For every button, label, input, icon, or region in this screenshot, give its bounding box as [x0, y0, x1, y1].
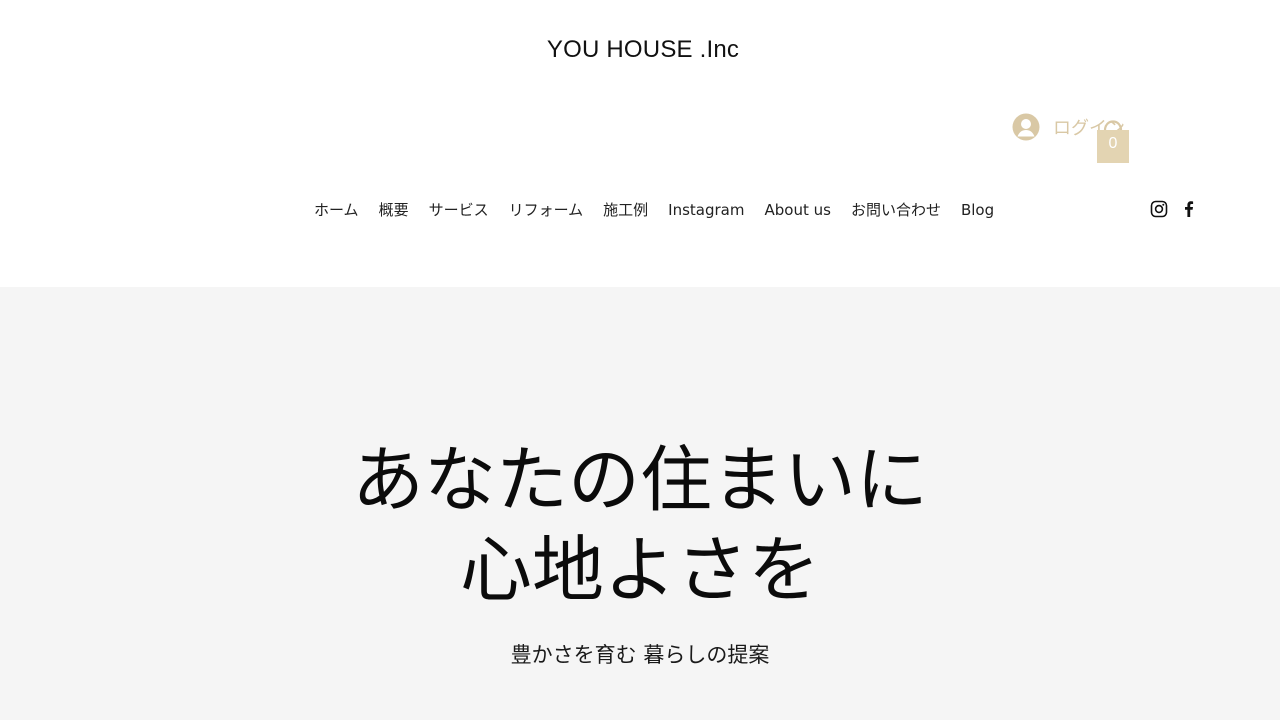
hero-subheading: 豊かさを育む 暮らしの提案: [510, 643, 770, 667]
nav-item-home[interactable]: ホーム: [304, 198, 369, 222]
nav-item-instagram[interactable]: Instagram: [658, 198, 754, 222]
nav-item-services[interactable]: サービス: [419, 198, 499, 222]
facebook-icon[interactable]: [1180, 200, 1198, 218]
nav-item-reform[interactable]: リフォーム: [499, 198, 594, 222]
cart-button[interactable]: 0: [1096, 118, 1130, 164]
nav-item-works[interactable]: 施工例: [593, 198, 658, 222]
social-links: [1150, 200, 1198, 218]
instagram-icon[interactable]: [1150, 200, 1168, 218]
nav-item-overview[interactable]: 概要: [369, 198, 419, 222]
hero-heading-line-2: 心地よさを: [459, 528, 820, 612]
hero-heading-line-1: あなたの住まいに: [351, 438, 928, 522]
nav-item-blog[interactable]: Blog: [951, 198, 1004, 222]
cart-count: 0: [1108, 135, 1118, 152]
main-nav: ホーム 概要 サービス リフォーム 施工例 Instagram About us…: [304, 198, 1004, 222]
user-avatar-icon: [1012, 113, 1040, 141]
nav-item-contact[interactable]: お問い合わせ: [841, 198, 951, 222]
hero-heading: あなたの住まいに 心地よさを: [0, 435, 1280, 615]
nav-item-about[interactable]: About us: [754, 198, 840, 222]
site-title[interactable]: YOU HOUSE .Inc: [0, 36, 1280, 64]
hero-section: あなたの住まいに 心地よさを 豊かさを育む 暮らしの提案: [0, 287, 1280, 720]
site-header: YOU HOUSE .Inc ログイン 0 ホーム 概要 サービス リフォーム …: [0, 0, 1280, 287]
